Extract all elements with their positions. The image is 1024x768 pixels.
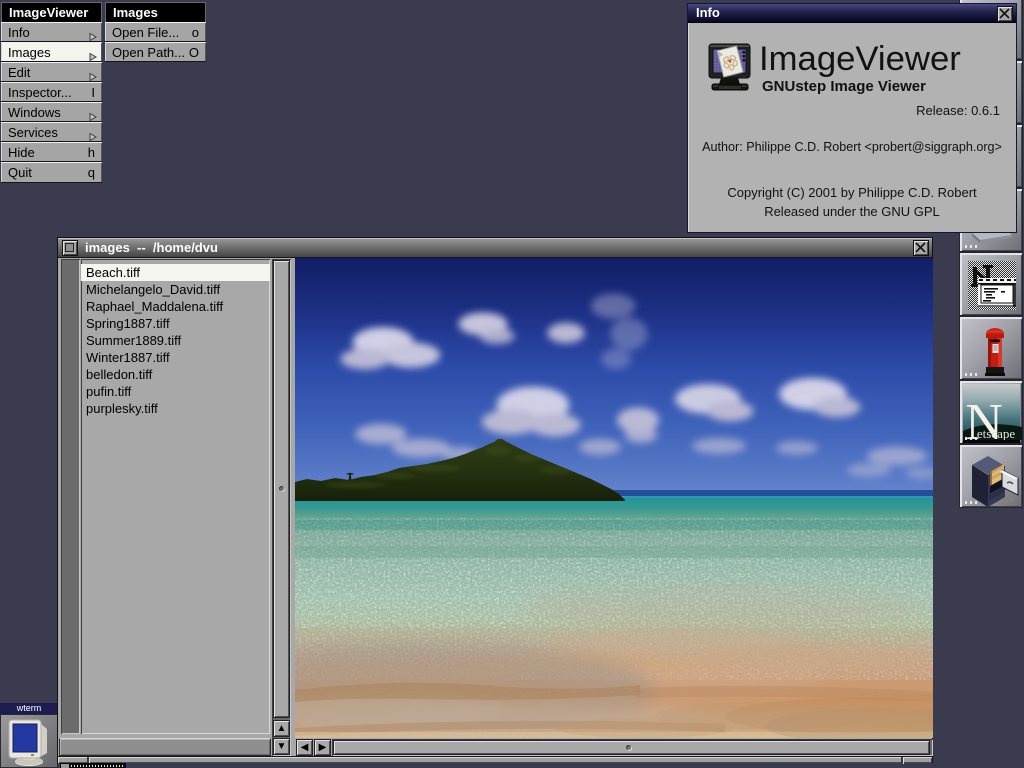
- svg-text:etscape: etscape: [977, 426, 1015, 441]
